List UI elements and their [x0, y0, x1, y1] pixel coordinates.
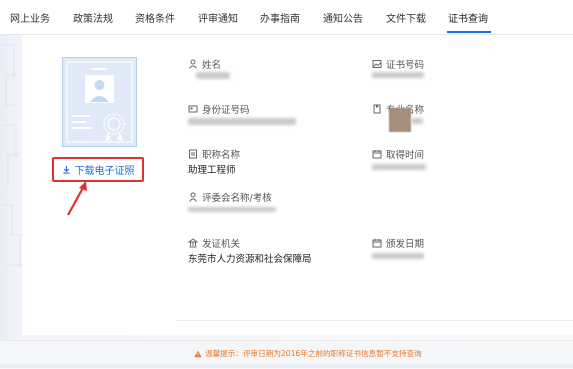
cert-no-field: 证书号码: [372, 57, 424, 71]
calendar-icon: [372, 239, 382, 248]
nav-item-downloads[interactable]: 文件下载: [386, 10, 426, 25]
download-label: 下载电子证照: [74, 166, 135, 177]
nav-item-qualification[interactable]: 资格条件: [135, 10, 175, 25]
picture-icon: [372, 60, 382, 68]
nav-item-review-notice[interactable]: 评审通知: [198, 10, 238, 25]
cert-no-label: 证书号码: [386, 60, 425, 71]
panel-divider: [176, 320, 573, 321]
certificate-info-panel: [176, 44, 573, 320]
obtain-time-value-redacted: [372, 164, 426, 170]
issue-date-field: 颁发日期: [372, 236, 424, 250]
nav-item-guide[interactable]: 办事指南: [260, 10, 300, 25]
id-no-field: 身份证号码: [188, 102, 250, 116]
certificate-image: [62, 57, 137, 147]
bookmark-icon: [373, 104, 381, 114]
name-value-redacted: [196, 72, 230, 79]
issue-date-value-redacted: [372, 253, 424, 259]
title-label: 职称名称: [202, 150, 241, 161]
person-icon: [189, 59, 197, 69]
id-card-icon: [188, 105, 198, 113]
issuer-field: 发证机关: [188, 236, 240, 250]
person-icon: [189, 192, 197, 202]
major-value-redacted-tail: [411, 118, 423, 124]
nav-item-policies[interactable]: 政策法规: [73, 10, 113, 25]
circuit-decoration: [2, 44, 22, 267]
nav-item-announcements[interactable]: 通知公告: [323, 10, 363, 25]
committee-field: 评委会名称/考核: [188, 190, 272, 204]
cert-no-value-redacted: [372, 72, 424, 78]
major-value-redacted: [389, 108, 411, 132]
bank-icon: [188, 238, 198, 248]
title-value: 助理工程师: [188, 165, 236, 176]
red-arrow-annotation: [67, 181, 87, 216]
issuer-label: 发证机关: [202, 239, 241, 250]
nav-item-online-business[interactable]: 网上业务: [10, 10, 50, 25]
name-field: 姓名: [188, 57, 221, 71]
warning-icon: [194, 350, 202, 357]
committee-label: 评委会名称/考核: [202, 193, 272, 204]
bottom-strip: [0, 364, 573, 368]
warning-text: 温馨提示：评审日期为2016年之前的职称证书信息暂不支持查询: [205, 349, 422, 358]
top-nav: 网上业务 政策法规 资格条件 评审通知 办事指南 通知公告 文件下载 证书查询: [0, 0, 573, 35]
committee-value-redacted: [188, 207, 276, 212]
calendar-icon: [372, 150, 382, 159]
id-no-label: 身份证号码: [202, 105, 250, 116]
name-label: 姓名: [202, 60, 222, 71]
document-icon: [189, 149, 197, 159]
warning-notice: 温馨提示：评审日期为2016年之前的职称证书信息暂不支持查询: [194, 348, 422, 359]
title-field: 职称名称: [188, 147, 240, 161]
issuer-value: 东莞市人力资源和社会保障局: [188, 254, 312, 265]
obtain-time-label: 取得时间: [386, 150, 425, 161]
id-no-value-redacted: [188, 118, 296, 125]
nav-item-cert-query[interactable]: 证书查询: [448, 10, 488, 25]
active-tab-underline: [447, 31, 491, 33]
download-icon: [62, 165, 70, 174]
issue-date-label: 颁发日期: [386, 239, 425, 250]
obtain-time-field: 取得时间: [372, 147, 424, 161]
